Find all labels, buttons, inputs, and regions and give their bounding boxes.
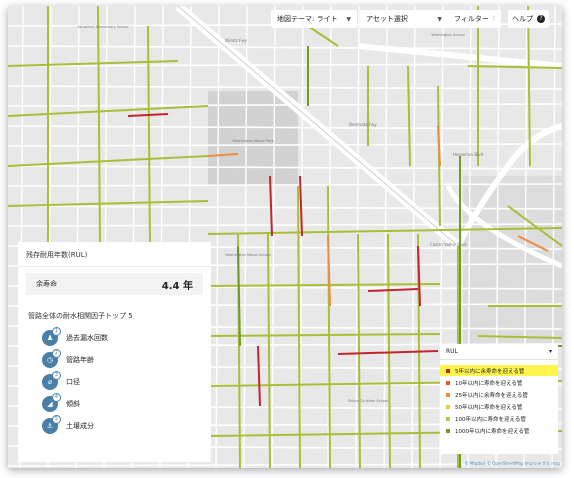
- factor-label: 管路年齢: [66, 356, 94, 364]
- rul-panel: 残存耐用年数(RUL) 余寿命 4.4 年 管路全体の耐水相関因子トップ 5 ♟…: [18, 242, 211, 462]
- factor-item: ◢ 4 傾斜: [42, 393, 211, 415]
- factors-title: 管路全体の耐水相関因子トップ 5: [28, 312, 133, 320]
- legend-label: 1000年以内に寿命を迎える管: [455, 428, 530, 435]
- filter-button[interactable]: フィルター ⫶: [448, 10, 501, 28]
- map-attribution[interactable]: © Mapbox © OpenStreetMap Improve this ma…: [465, 461, 560, 466]
- filter-icon: ⫶: [492, 14, 495, 23]
- legend-item-25yr[interactable]: 25年以内に余寿命を迎える管: [440, 389, 558, 400]
- rul-title: 残存耐用年数(RUL): [18, 242, 211, 267]
- factor-number: 4: [52, 393, 61, 402]
- app-frame: Strawford Elementary School Washington Sc…: [8, 6, 562, 468]
- leak-history-icon: ♟ 1: [42, 327, 61, 346]
- legend-item-100yr[interactable]: 100年以内に寿命を迎える管: [440, 413, 558, 424]
- legend-item-5yr[interactable]: 5年以内に余寿命を迎える管: [440, 365, 558, 376]
- factor-number: 2: [52, 349, 61, 358]
- legend-label: 25年以内に余寿命を迎える管: [455, 392, 528, 399]
- factor-item: ◷ 2 管路年齢: [42, 349, 211, 371]
- filter-label: フィルター: [454, 15, 489, 23]
- map-label-school: Shiloe Christian School: [348, 399, 388, 403]
- legend-label: 10年以内に寿命を迎える管: [455, 380, 523, 387]
- factor-label: 口径: [66, 378, 80, 386]
- factor-number: 3: [52, 371, 61, 380]
- chevron-down-icon: ▼: [437, 15, 442, 23]
- legend-swatch: [446, 368, 450, 373]
- asset-select-label: アセット選択: [366, 15, 408, 23]
- map-label-school: Washington Manor School: [225, 253, 270, 257]
- pipe-age-icon: ◷ 2: [42, 349, 61, 368]
- map-theme-label: 地図テーマ: ライト: [277, 15, 338, 23]
- asset-select-dropdown[interactable]: アセット選択 ▼: [360, 10, 448, 28]
- map-theme-dropdown[interactable]: 地図テーマ: ライト ▼: [271, 10, 357, 28]
- legend-label: 100年以内に寿命を迎える管: [455, 416, 526, 423]
- remaining-life-box: 余寿命 4.4 年: [26, 273, 203, 295]
- chevron-down-icon: ▾: [548, 348, 552, 355]
- legend-label: 5年以内に余寿命を迎える管: [455, 368, 525, 375]
- map-view[interactable]: Strawford Elementary School Washington Sc…: [8, 6, 562, 468]
- factor-number: 1: [52, 327, 61, 336]
- factor-label: 土壌成分: [66, 422, 94, 430]
- legend-item-10yr[interactable]: 10年以内に寿命を迎える管: [440, 377, 558, 388]
- factor-item: ⌀ 3 口径: [42, 371, 211, 393]
- map-label-road: Bermuda Fwy: [349, 122, 377, 127]
- question-circle-icon: ?: [537, 15, 545, 23]
- legend-label: 50年以内に寿命を迎える管: [455, 404, 523, 411]
- legend-swatch: [446, 416, 450, 421]
- map-label-road: Nimitz Fwy: [225, 38, 248, 43]
- map-label-school: Strawford Elementary School: [77, 25, 128, 29]
- help-label: ヘルプ: [512, 15, 533, 23]
- slope-icon: ◢ 4: [42, 393, 61, 412]
- map-label-road: Hesperian Blvd: [453, 152, 484, 157]
- factor-label: 傾斜: [66, 400, 80, 408]
- legend-item-1000yr[interactable]: 1000年以内に寿命を迎える管: [440, 425, 558, 436]
- factor-list: ♟ 1 過去漏水回数 ◷ 2 管路年齢 ⌀ 3 口径 ◢ 4 傾斜 ⚓ 5 土壌成分: [18, 327, 211, 437]
- legend-swatch: [446, 392, 450, 397]
- remaining-life-value: 4.4 年: [161, 280, 193, 292]
- diameter-icon: ⌀ 3: [42, 371, 61, 390]
- chevron-down-icon: ▼: [346, 15, 351, 23]
- factor-item: ⚓ 5 土壌成分: [42, 415, 211, 437]
- soil-icon: ⚓ 5: [42, 415, 61, 434]
- rul-legend[interactable]: RUL ▾ 5年以内に余寿命を迎える管 10年以内に寿命を迎える管 25年以内に…: [440, 344, 558, 454]
- factor-item: ♟ 1 過去漏水回数: [42, 327, 211, 349]
- map-label-park: Washington Manor Park: [232, 139, 274, 143]
- legend-swatch: [446, 404, 450, 409]
- factor-number: 5: [52, 415, 61, 424]
- legend-swatch: [446, 380, 450, 385]
- legend-item-50yr[interactable]: 50年以内に寿命を迎える管: [440, 401, 558, 412]
- map-label-school: Washington School: [431, 33, 464, 37]
- map-label-road: Castro Valley Blvd: [430, 242, 467, 247]
- remaining-life-label: 余寿命: [36, 280, 57, 288]
- legend-swatch: [446, 428, 450, 433]
- legend-header[interactable]: RUL ▾: [440, 344, 558, 360]
- factor-label: 過去漏水回数: [66, 334, 108, 342]
- help-button[interactable]: ヘルプ ?: [508, 10, 549, 28]
- legend-title: RUL: [446, 348, 458, 355]
